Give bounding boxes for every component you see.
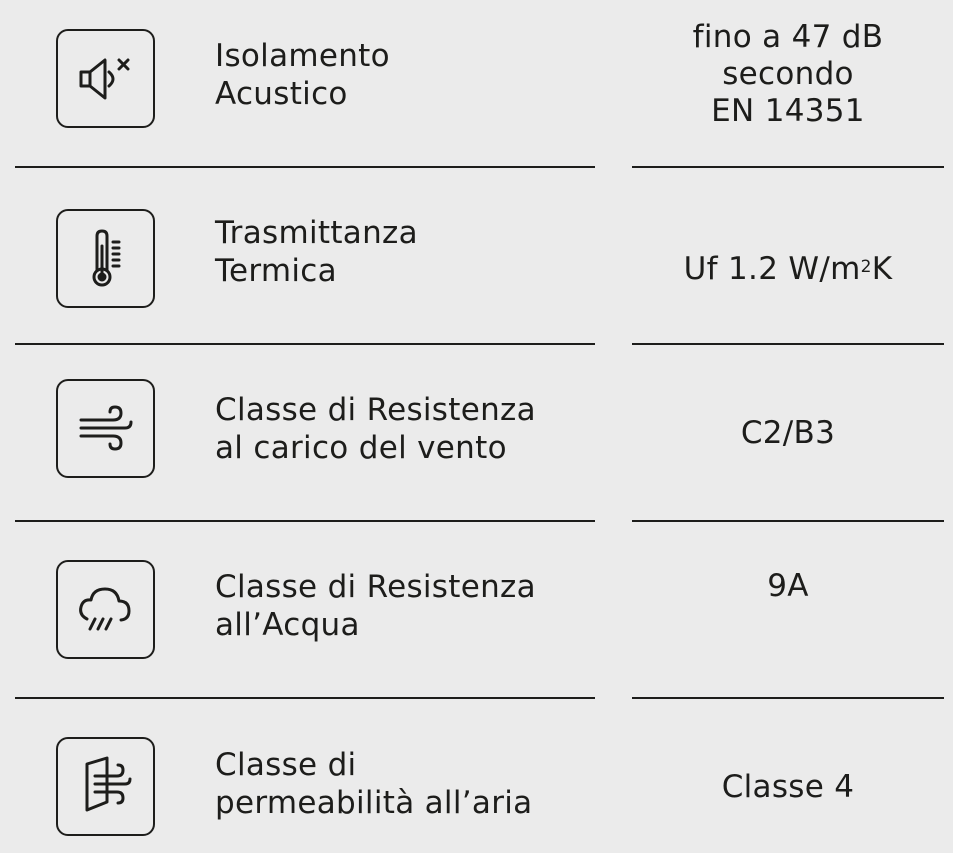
spec-value: C2/B3 [740, 415, 836, 451]
divider [632, 343, 944, 345]
thermometer-icon [56, 209, 155, 308]
spec-label: Trasmittanza Termica [215, 215, 418, 289]
spec-value: 9A [767, 568, 809, 604]
speaker-mute-icon [56, 29, 155, 128]
spec-label: Classe di Resistenza all’Acqua [215, 569, 536, 643]
spec-value-main: Uf 1.2 W/m [683, 251, 861, 287]
divider [632, 697, 944, 699]
spec-value: fino a 47 dB secondo EN 14351 [692, 19, 884, 129]
divider [632, 166, 944, 168]
spec-value: Classe 4 [721, 769, 855, 805]
spec-value-superscript: 2 [860, 257, 872, 277]
spec-value: Uf 1.2 W/m2K [632, 214, 944, 288]
spec-label: Classe di permeabilità all’aria [215, 747, 533, 821]
divider [632, 520, 944, 522]
divider [15, 343, 595, 345]
rain-cloud-icon [56, 560, 155, 659]
air-window-icon [56, 737, 155, 836]
spec-label: Classe di Resistenza al carico del vento [215, 392, 536, 466]
divider [15, 520, 595, 522]
divider [15, 166, 595, 168]
divider [15, 697, 595, 699]
spec-label: Isolamento Acustico [215, 38, 390, 112]
wind-icon [56, 379, 155, 478]
spec-value-unit: K [871, 251, 893, 287]
